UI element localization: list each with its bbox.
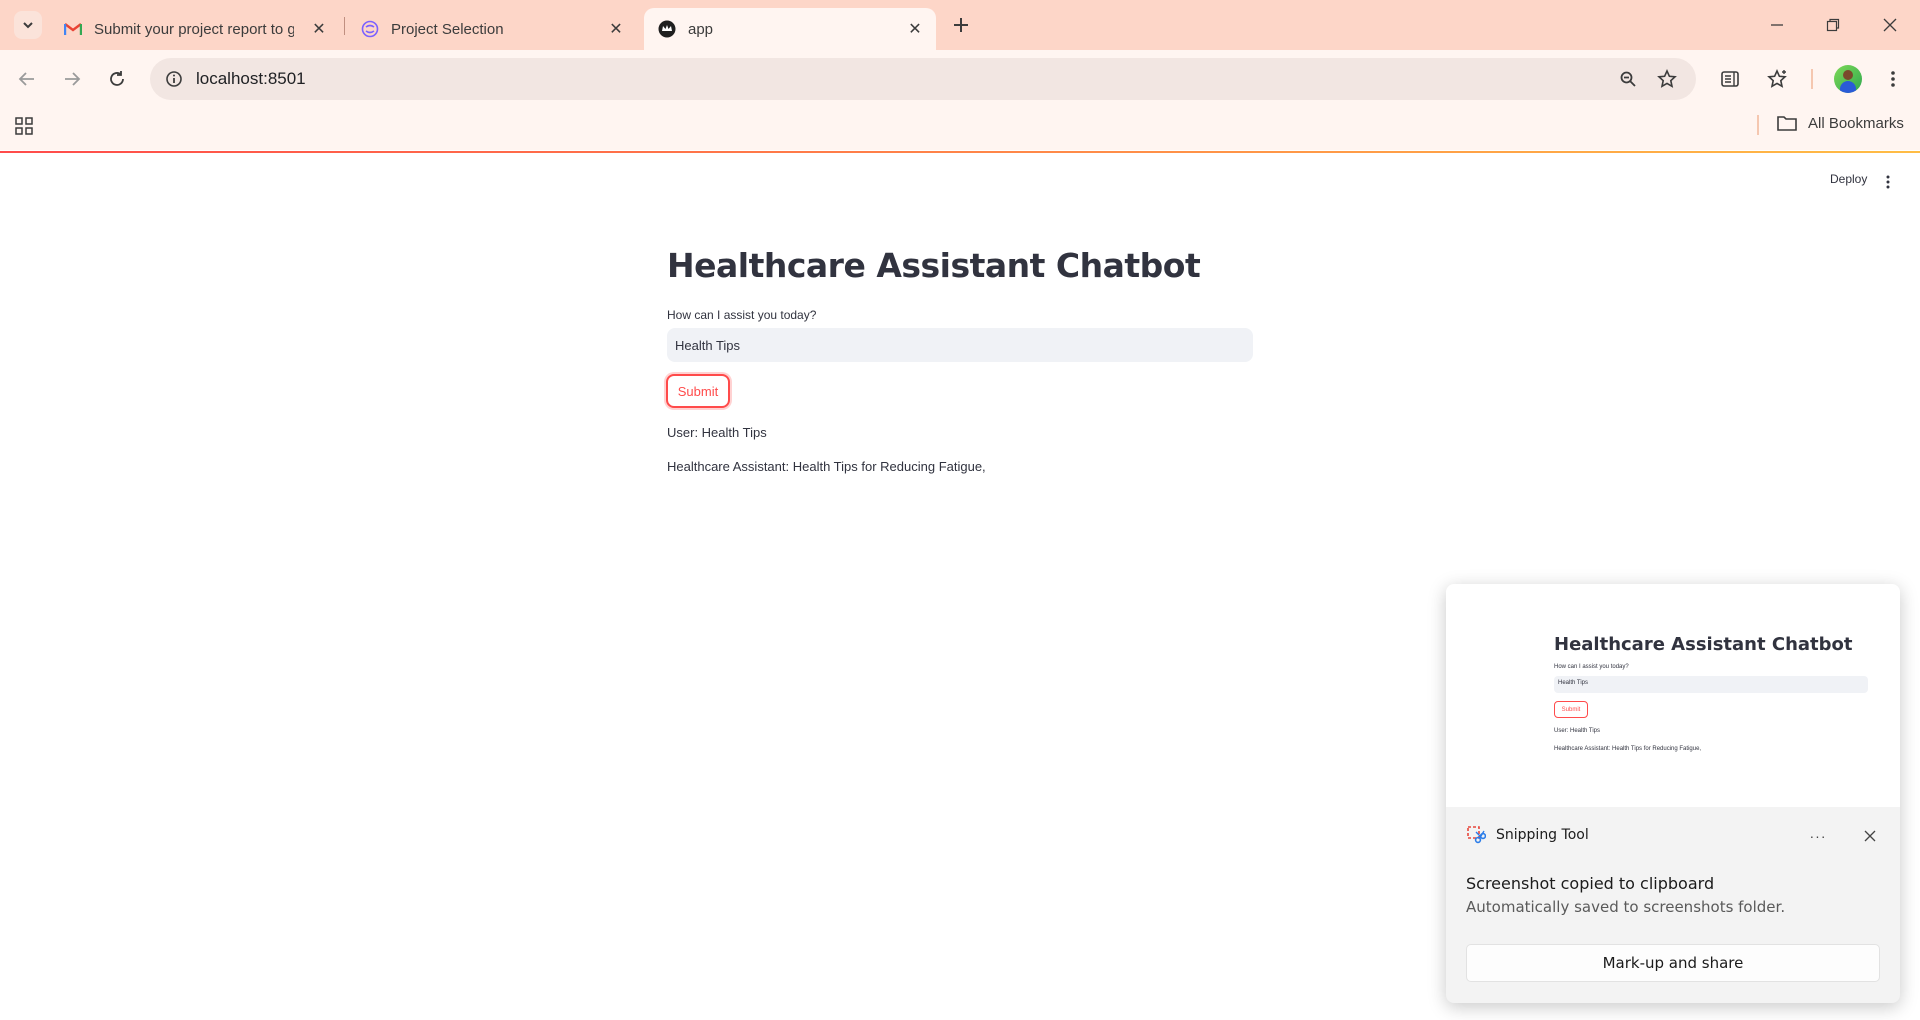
restore-button[interactable] (1818, 10, 1848, 40)
toast-app-header: Snipping Tool (1466, 825, 1589, 845)
user-message: User: Health Tips (667, 425, 767, 440)
bookmarks-divider (1757, 115, 1759, 135)
plus-icon (954, 18, 968, 32)
zoom-icon[interactable] (1616, 67, 1640, 91)
toolbar-divider (1811, 69, 1813, 89)
tab-title: Project Selection (391, 20, 504, 38)
toast-more-button[interactable]: ··· (1806, 824, 1830, 848)
avatar[interactable] (1834, 65, 1862, 93)
query-input[interactable] (667, 328, 1253, 362)
browser-menu-icon[interactable] (1878, 64, 1908, 94)
reload-icon (110, 71, 124, 86)
all-bookmarks-button[interactable]: All Bookmarks (1776, 114, 1904, 132)
new-tab-button[interactable] (948, 12, 974, 38)
assistant-message: Healthcare Assistant: Health Tips for Re… (667, 459, 986, 474)
tab-project-selection[interactable]: Project Selection ✕ (347, 8, 637, 50)
url-text: localhost:8501 (196, 69, 306, 88)
gmail-icon (64, 20, 82, 38)
favorites-icon[interactable] (1763, 64, 1793, 94)
close-icon (1883, 18, 1897, 32)
tab-app[interactable]: app ✕ (644, 8, 936, 50)
preview-user-message: User: Health Tips (1554, 728, 1601, 734)
forward-button[interactable] (57, 64, 87, 94)
folder-icon (1776, 114, 1798, 132)
close-icon[interactable]: ✕ (607, 20, 625, 38)
minimize-icon (1771, 24, 1783, 26)
project-logo-icon (361, 20, 379, 38)
close-icon (1864, 830, 1876, 842)
reading-list-icon[interactable] (1715, 64, 1745, 94)
preview-input-label: How can I assist you today? (1554, 664, 1629, 670)
apps-grid-icon[interactable] (12, 114, 36, 138)
chevron-down-icon (23, 22, 33, 29)
toast-app-name: Snipping Tool (1496, 827, 1589, 843)
preview-input: Health Tips (1554, 676, 1868, 693)
preview-assistant-message: Healthcare Assistant: Health Tips for Re… (1554, 746, 1702, 752)
submit-button[interactable]: Submit (666, 374, 730, 408)
preview-title: Healthcare Assistant Chatbot (1554, 634, 1853, 655)
arrow-right-icon (65, 72, 81, 86)
address-bar[interactable]: localhost:8501 (150, 58, 1696, 100)
toast-body: Automatically saved to screenshots folde… (1466, 898, 1786, 916)
snipping-tool-icon (1466, 825, 1486, 845)
tab-divider (344, 17, 345, 35)
close-icon[interactable]: ✕ (310, 20, 328, 38)
streamlit-crown-icon (658, 20, 676, 38)
tab-search-button[interactable] (14, 11, 42, 39)
deploy-button[interactable]: Deploy (1830, 172, 1867, 186)
tab-title: Submit your project report to g (94, 20, 294, 38)
preview-submit-button: Submit (1554, 701, 1588, 718)
all-bookmarks-label: All Bookmarks (1808, 114, 1904, 132)
arrow-left-icon (18, 72, 34, 86)
restore-icon (1826, 18, 1840, 32)
snipping-tool-notification[interactable]: Healthcare Assistant Chatbot How can I a… (1446, 584, 1900, 1003)
close-window-button[interactable] (1875, 10, 1905, 40)
toast-close-button[interactable] (1858, 824, 1882, 848)
back-button[interactable] (12, 64, 42, 94)
minimize-button[interactable] (1762, 10, 1792, 40)
query-input-label: How can I assist you today? (667, 308, 817, 322)
screenshot-preview[interactable]: Healthcare Assistant Chatbot How can I a… (1446, 584, 1900, 807)
app-decoration-bar (0, 151, 1920, 153)
bookmark-star-icon[interactable] (1655, 67, 1679, 91)
main-menu-icon[interactable] (1880, 172, 1896, 192)
markup-and-share-button[interactable]: Mark-up and share (1466, 944, 1880, 982)
close-icon[interactable]: ✕ (906, 20, 924, 38)
tab-gmail[interactable]: Submit your project report to g ✕ (50, 8, 340, 50)
reload-button[interactable] (102, 64, 132, 94)
site-info-icon[interactable] (162, 67, 186, 91)
tab-title: app (688, 20, 714, 38)
page-title: Healthcare Assistant Chatbot (667, 246, 1201, 285)
toast-title: Screenshot copied to clipboard (1466, 874, 1715, 893)
